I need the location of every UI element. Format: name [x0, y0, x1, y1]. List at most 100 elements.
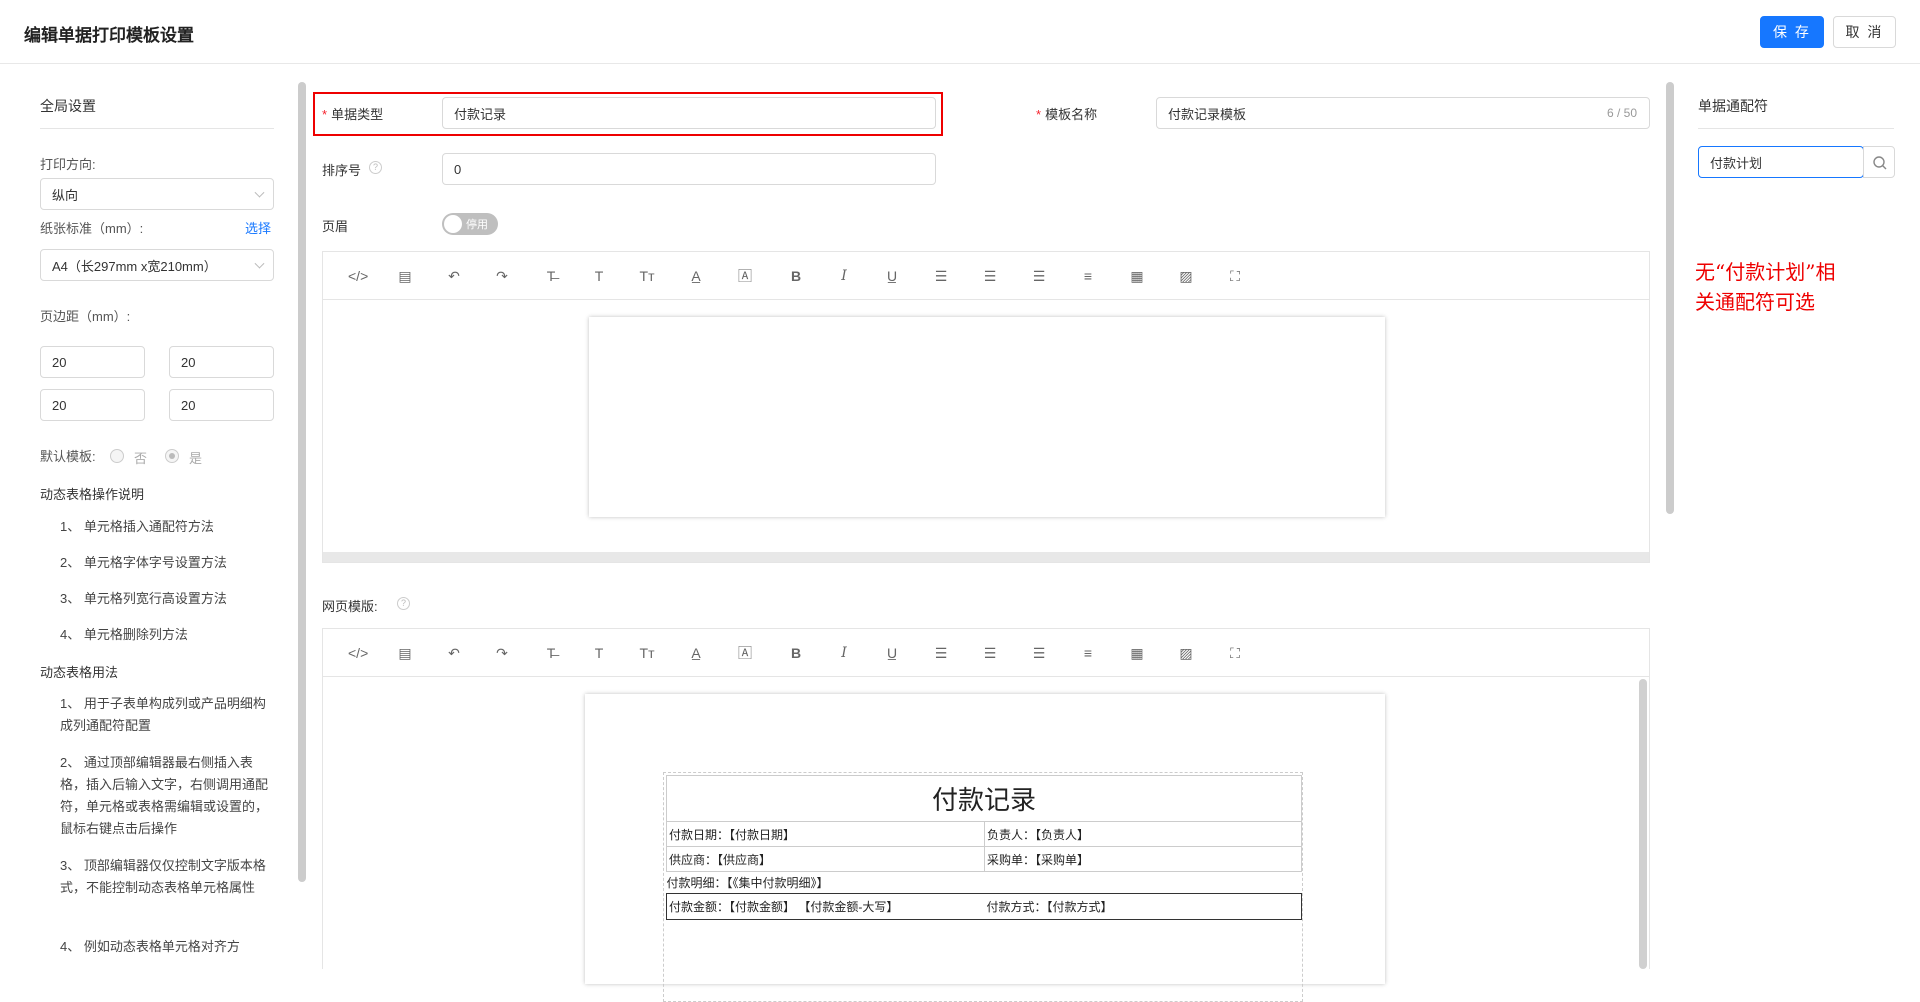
undo-icon[interactable]: ↶ — [444, 643, 464, 663]
fullscreen-icon[interactable]: ⛶ — [1225, 643, 1245, 663]
table-icon[interactable]: ▦ — [1127, 643, 1147, 663]
justify-icon[interactable]: ≡ — [1078, 643, 1098, 663]
default-yes-label: 是 — [189, 451, 203, 466]
horizontal-scrollbar[interactable] — [323, 552, 1649, 562]
bold-icon[interactable]: B — [786, 643, 806, 663]
doc-type-input[interactable]: 付款记录 — [442, 97, 936, 129]
web-template-editor[interactable]: </> ▤ ↶ ↷ T̶ T Tт A̲ 🄰 B I U̲ ☰ ☰ ☰ ≡ ▦ ▨ ⛶ 付款记录 付款日期：【付款日… — [322, 628, 1650, 1002]
align-center-icon[interactable]: ☰ — [980, 266, 1000, 286]
align-right-icon[interactable]: ☰ — [1029, 643, 1049, 663]
bold-icon[interactable]: B — [786, 266, 806, 286]
margin-right-input[interactable]: 20 — [169, 389, 274, 421]
divider — [1698, 128, 1894, 129]
default-template-label: 默认模板: — [40, 449, 96, 464]
dynamic-ops-item[interactable]: 1、 单元格插入通配符方法 — [60, 516, 214, 538]
template-name-value: 付款记录模板 — [1168, 106, 1247, 122]
align-left-icon[interactable]: ☰ — [931, 266, 951, 286]
global-settings-title: 全局设置 — [40, 98, 96, 114]
sidebar-scrollbar[interactable] — [298, 82, 306, 882]
dynamic-ops-item[interactable]: 4、 单元格删除列方法 — [60, 624, 188, 646]
default-no-radio[interactable] — [110, 449, 124, 463]
default-yes-radio[interactable] — [165, 449, 179, 463]
strikethrough-icon[interactable]: T̶ — [541, 643, 561, 663]
align-left-icon[interactable]: ☰ — [931, 643, 951, 663]
header-editor[interactable]: </> ▤ ↶ ↷ T̶ T Tт A̲ 🄰 B I U̲ ☰ ☰ ☰ ≡ ▦ ▨ ⛶ — [322, 251, 1650, 563]
dynamic-ops-item[interactable]: 3、 单元格列宽行高设置方法 — [60, 588, 227, 610]
table-icon[interactable]: ▦ — [1127, 266, 1147, 286]
template-name-label: * 模板名称 — [1036, 107, 1098, 122]
dynamic-usage-title: 动态表格用法 — [40, 665, 119, 680]
template-name-input[interactable]: 付款记录模板 6 / 50 — [1156, 97, 1650, 129]
save-button[interactable]: 保 存 — [1760, 16, 1824, 48]
margin-left-input[interactable]: 20 — [40, 389, 145, 421]
code-icon[interactable]: </> — [348, 643, 368, 663]
cancel-button[interactable]: 取 消 — [1833, 16, 1896, 48]
table-cell[interactable]: 采购单：【采购单】 — [984, 846, 1302, 872]
italic-icon[interactable]: I — [834, 643, 854, 663]
doc-template-table[interactable]: 付款记录 付款日期：【付款日期】 负责人：【负责人】 供应商：【供应商】 采购单… — [666, 775, 1302, 920]
margin-bottom-input[interactable]: 20 — [169, 346, 274, 378]
sort-label: 排序号 — [322, 163, 362, 178]
italic-icon[interactable]: I — [834, 266, 854, 286]
header-editor-page[interactable] — [589, 317, 1385, 517]
web-template-page[interactable]: 付款记录 付款日期：【付款日期】 负责人：【负责人】 供应商：【供应商】 采购单… — [585, 694, 1385, 1002]
table-cell[interactable]: 供应商：【供应商】 — [666, 846, 985, 872]
doc-template-title[interactable]: 付款记录 — [666, 775, 1302, 822]
dynamic-ops-item[interactable]: 2、 单元格字体字号设置方法 — [60, 552, 227, 574]
font-color-icon[interactable]: A̲ — [686, 266, 706, 286]
print-direction-select[interactable]: 纵向 — [40, 178, 274, 210]
paper-standard-select[interactable]: A4（长297mm x宽210mm） — [40, 249, 274, 281]
payment-detail-line[interactable]: 付款明细：【《集中付款明细》】 — [667, 872, 1302, 894]
margin-top-input[interactable]: 20 — [40, 346, 145, 378]
font-size-icon[interactable]: Tт — [637, 266, 657, 286]
background-color-icon[interactable]: 🄰 — [735, 643, 755, 663]
template-icon[interactable]: ▤ — [395, 266, 415, 286]
template-icon[interactable]: ▤ — [395, 643, 415, 663]
dynamic-usage-item: 3、 顶部编辑器仅仅控制文字版本格式，不能控制动态表格单元格属性 — [60, 858, 266, 895]
web-template-toolbar: </> ▤ ↶ ↷ T̶ T Tт A̲ 🄰 B I U̲ ☰ ☰ ☰ ≡ ▦ ▨ ⛶ — [323, 629, 1649, 677]
fullscreen-icon[interactable]: ⛶ — [1225, 266, 1245, 286]
justify-icon[interactable]: ≡ — [1078, 266, 1098, 286]
main-scrollbar[interactable] — [1666, 82, 1674, 514]
font-size-icon[interactable]: Tт — [637, 643, 657, 663]
header-toggle[interactable]: 停用 — [442, 213, 498, 235]
undo-icon[interactable]: ↶ — [444, 266, 464, 286]
paper-select-link[interactable]: 选择 — [245, 218, 271, 237]
table-cell[interactable]: 负责人：【负责人】 — [984, 821, 1302, 847]
dynamic-usage-item: 2、 通过顶部编辑器最右侧插入表格，插入后输入文字，右侧调用通配符，单元格或表格… — [60, 755, 269, 836]
template-content: 付款记录 付款日期：【付款日期】 负责人：【负责人】 供应商：【供应商】 采购单… — [663, 772, 1303, 1002]
wildcard-panel-title: 单据通配符 — [1698, 98, 1768, 114]
code-icon[interactable]: </> — [348, 266, 368, 286]
help-icon[interactable]: ? — [397, 597, 410, 610]
table-cell[interactable]: 付款金额：【付款金额】 【付款金额-大写】 — [666, 893, 985, 920]
header-toggle-text: 停用 — [466, 219, 488, 231]
table-cell[interactable]: 付款日期：【付款日期】 — [666, 821, 985, 847]
redo-icon[interactable]: ↷ — [492, 266, 512, 286]
strikethrough-icon[interactable]: T̶ — [541, 266, 561, 286]
help-icon[interactable]: ? — [369, 161, 382, 174]
text-icon[interactable]: T — [589, 643, 609, 663]
vertical-scrollbar[interactable] — [1639, 679, 1647, 969]
print-direction-label: 打印方向: — [40, 157, 96, 172]
background-color-icon[interactable]: 🄰 — [735, 266, 755, 286]
align-right-icon[interactable]: ☰ — [1029, 266, 1049, 286]
template-name-count: 6 / 50 — [1606, 106, 1637, 120]
search-button[interactable] — [1863, 146, 1895, 178]
table-cell[interactable]: 付款方式：【付款方式】 — [984, 893, 1302, 920]
paper-standard-value: A4（长297mm x宽210mm） — [52, 258, 217, 274]
image-icon[interactable]: ▨ — [1176, 643, 1196, 663]
search-icon — [1873, 156, 1887, 170]
toggle-knob — [444, 215, 462, 233]
align-center-icon[interactable]: ☰ — [980, 643, 1000, 663]
text-icon[interactable]: T — [589, 266, 609, 286]
font-color-icon[interactable]: A̲ — [686, 643, 706, 663]
underline-icon[interactable]: U̲ — [882, 266, 902, 286]
page-title: 编辑单据打印模板设置 — [24, 26, 194, 45]
wildcard-search-input[interactable]: 付款计划 — [1698, 146, 1864, 178]
image-icon[interactable]: ▨ — [1176, 266, 1196, 286]
paper-standard-label: 纸张标准（mm）: — [40, 221, 144, 236]
underline-icon[interactable]: U̲ — [882, 643, 902, 663]
annotation-note-line1: 无“付款计划”相 — [1695, 260, 1836, 284]
redo-icon[interactable]: ↷ — [492, 643, 512, 663]
sort-input[interactable]: 0 — [442, 153, 936, 185]
